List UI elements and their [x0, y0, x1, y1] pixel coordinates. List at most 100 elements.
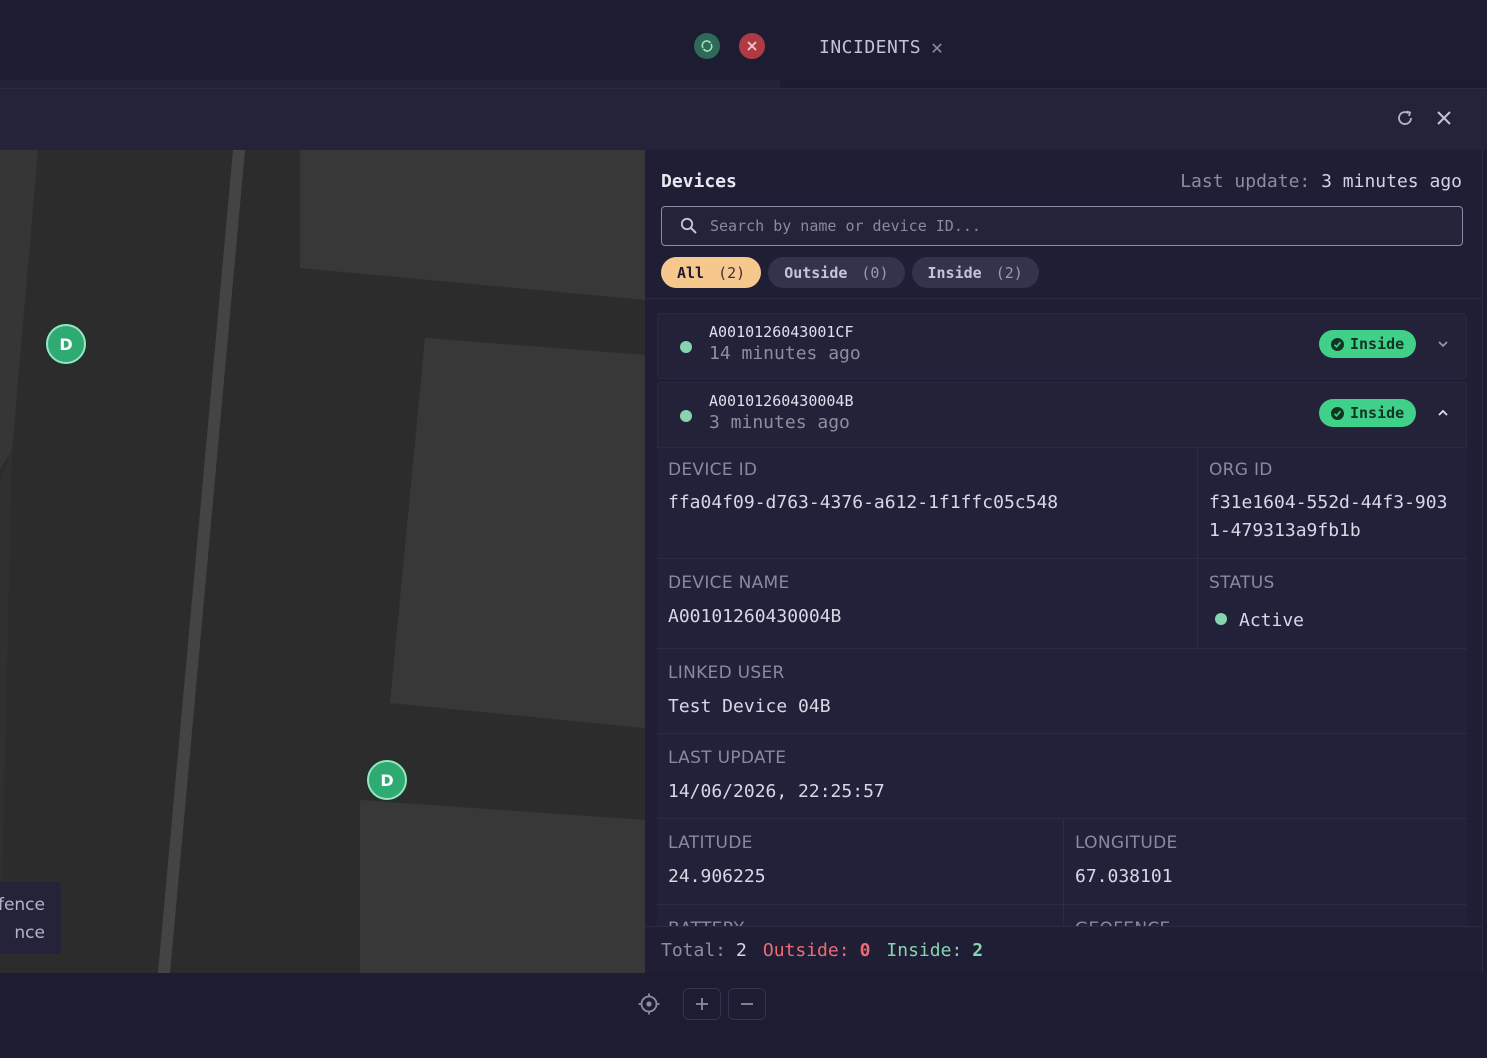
crosshair-icon	[638, 993, 660, 1015]
device-row[interactable]: A00101260430004B 3 minutes ago Inside	[657, 382, 1467, 448]
detail-linked-user: LINKED USER Test Device 04B	[657, 649, 1467, 734]
device-time: 14 minutes ago	[709, 343, 861, 364]
outside-label: Outside:	[762, 939, 850, 961]
device-name: A00101260430004B	[709, 392, 854, 410]
last-update-label: Last update:	[1180, 171, 1311, 192]
filter-all-count: (2)	[718, 263, 746, 282]
detail-geofence: GEOFENCE	[1063, 905, 1467, 928]
filter-inside-count: (2)	[995, 263, 1023, 282]
filter-inside[interactable]: Inside (2)	[911, 257, 1039, 288]
sync-icon	[701, 40, 713, 52]
detail-value: f31e1604-552d-44f3-903	[1209, 492, 1448, 513]
device-time: 3 minutes ago	[709, 412, 850, 433]
legend-item: nce	[14, 923, 45, 943]
total-label: Total:	[661, 939, 727, 961]
filter-all[interactable]: All (2)	[661, 257, 762, 288]
tab-incidents[interactable]: INCIDENTS ✕	[785, 22, 977, 72]
zoom-out-button[interactable]	[728, 988, 766, 1020]
expand-button[interactable]	[1431, 332, 1455, 356]
last-update: Last update: 3 minutes ago	[1180, 171, 1462, 192]
detail-value: Test Device 04B	[668, 696, 831, 717]
detail-label: ORG ID	[1209, 460, 1273, 480]
detail-last-update: LAST UPDATE 14/06/2026, 22:25:57	[657, 734, 1467, 819]
top-bar-shadow	[0, 80, 780, 88]
detail-longitude: LONGITUDE 67.038101	[1063, 819, 1467, 905]
detail-label: LAST UPDATE	[668, 748, 787, 768]
detail-value: Active	[1215, 607, 1304, 635]
close-panel-button[interactable]	[1432, 106, 1456, 130]
top-bar: INCIDENTS ✕	[0, 0, 1487, 88]
detail-label: DEVICE ID	[668, 460, 758, 480]
filter-inside-label: Inside	[927, 263, 982, 282]
legend-item: fence	[0, 895, 45, 915]
detail-value: 14/06/2026, 22:25:57	[668, 781, 885, 802]
device-details: DEVICE ID ffa04f09-d763-4376-a612-1f1ffc…	[657, 448, 1467, 928]
detail-value: ffa04f09-d763-4376-a612-1f1ffc05c548	[668, 492, 1059, 513]
search-icon	[680, 217, 697, 234]
filter-outside-label: Outside	[784, 263, 848, 282]
devices-panel: Devices Last update: 3 minutes ago All (…	[645, 150, 1483, 973]
detail-battery: BATTERY	[657, 905, 1063, 928]
collapse-button[interactable]	[1431, 401, 1455, 425]
device-name: A0010126043001CF	[709, 323, 854, 341]
total-value: 2	[736, 939, 747, 961]
outside-value: 0	[859, 939, 871, 961]
close-icon	[1437, 111, 1451, 125]
device-marker[interactable]: D	[367, 760, 407, 800]
status-badge-label: Inside	[1350, 404, 1405, 422]
refresh-button[interactable]	[1393, 106, 1417, 130]
map-legend: fence nce	[0, 882, 61, 954]
last-update-value: 3 minutes ago	[1321, 171, 1462, 192]
filter-outside-count: (0)	[861, 263, 889, 282]
stop-button[interactable]	[739, 33, 765, 59]
panel-title: Devices	[661, 171, 737, 192]
detail-value: 24.906225	[668, 866, 766, 887]
search-box[interactable]	[661, 206, 1463, 246]
detail-device-name: DEVICE NAME A00101260430004B	[657, 559, 1197, 649]
online-dot	[680, 341, 692, 353]
detail-org-id: ORG ID f31e1604-552d-44f3-903 1-479313a9…	[1197, 448, 1467, 559]
locate-button[interactable]	[630, 988, 668, 1020]
divider	[645, 298, 1482, 299]
detail-device-id: DEVICE ID ffa04f09-d763-4376-a612-1f1ffc…	[657, 448, 1197, 559]
filter-chips: All (2) Outside (0) Inside (2)	[661, 257, 1039, 288]
map-view[interactable]: D D fence nce	[0, 150, 645, 973]
online-dot	[680, 410, 692, 422]
filter-outside[interactable]: Outside (0)	[768, 257, 905, 288]
detail-label: DEVICE NAME	[668, 573, 790, 593]
map-controls-bar	[0, 973, 1487, 1058]
status-dot	[1215, 613, 1227, 625]
device-marker[interactable]: D	[46, 324, 86, 364]
detail-value: 1-479313a9fb1b	[1209, 520, 1361, 541]
device-row[interactable]: A0010126043001CF 14 minutes ago Inside	[657, 313, 1467, 379]
status-badge: Inside	[1319, 399, 1417, 427]
detail-value: 67.038101	[1075, 866, 1173, 887]
plus-icon	[696, 998, 708, 1010]
detail-status: STATUS Active	[1197, 559, 1467, 649]
close-icon	[747, 41, 757, 51]
minus-icon	[741, 1003, 753, 1005]
map-tiles	[0, 150, 645, 973]
chevron-up-icon	[1438, 409, 1448, 416]
detail-value: A00101260430004B	[668, 606, 842, 627]
detail-label: STATUS	[1209, 573, 1275, 593]
filter-all-label: All	[677, 263, 705, 282]
detail-label: LONGITUDE	[1075, 833, 1178, 853]
tab-incidents-label: INCIDENTS	[819, 36, 922, 58]
status-badge-label: Inside	[1350, 335, 1405, 353]
search-input[interactable]	[710, 217, 1430, 235]
zoom-in-button[interactable]	[683, 988, 721, 1020]
detail-label: LATITUDE	[668, 833, 753, 853]
status-badge: Inside	[1319, 330, 1417, 358]
sync-button[interactable]	[694, 33, 720, 59]
chevron-down-icon	[1438, 341, 1448, 348]
detail-label: LINKED USER	[668, 663, 785, 683]
refresh-icon	[1398, 110, 1412, 125]
inside-value: 2	[972, 939, 984, 961]
check-icon	[1331, 337, 1344, 351]
check-icon	[1331, 406, 1344, 420]
tab-close-icon[interactable]: ✕	[931, 37, 943, 57]
inside-label: Inside:	[886, 939, 963, 961]
status-value: Active	[1239, 610, 1305, 631]
summary-bar: Total: 2 Outside: 0 Inside: 2	[645, 926, 1482, 973]
